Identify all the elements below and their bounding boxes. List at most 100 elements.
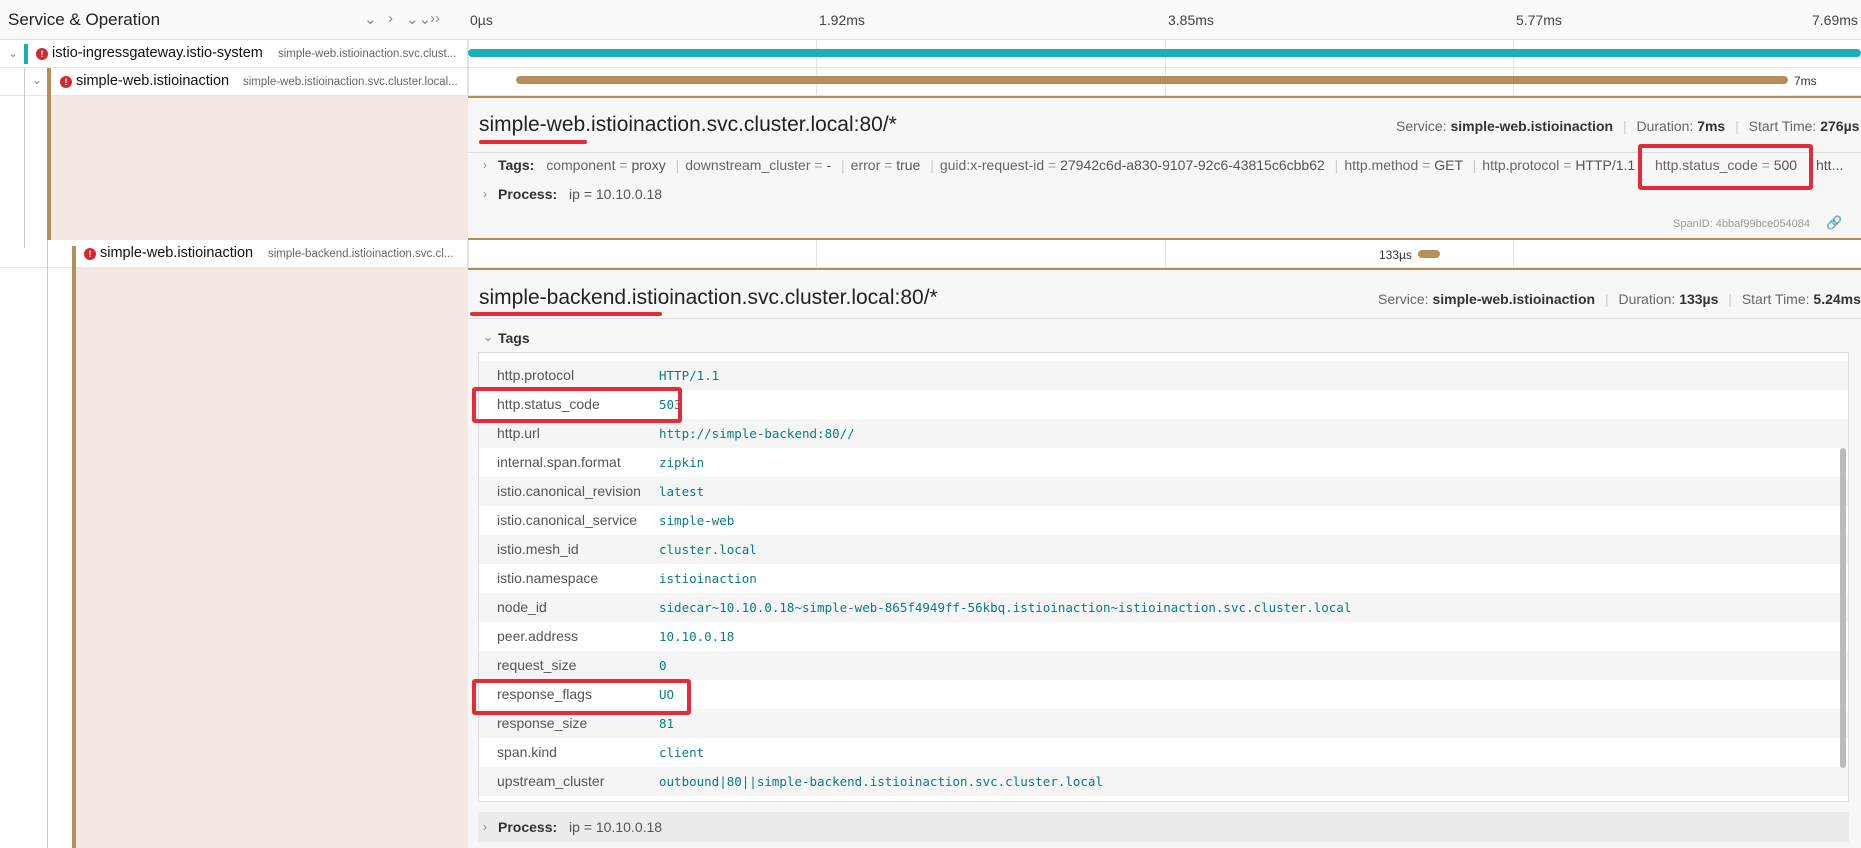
chevron-down-icon[interactable]: ⌄ xyxy=(32,73,42,87)
tag-key: node_id xyxy=(497,599,547,615)
tag-key: error xyxy=(850,157,881,173)
tag-value: http://simple-backend:80// xyxy=(659,426,855,441)
error-icon: ! xyxy=(36,48,48,60)
span-detail-title: simple-backend.istioinaction.svc.cluster… xyxy=(479,286,938,309)
expand-one-icon[interactable]: › xyxy=(388,10,393,27)
tag-key: http.method xyxy=(1344,157,1419,173)
tag-value: sidecar~10.10.0.18~simple-web-865f4949ff… xyxy=(659,600,1352,615)
tag-row: request_size 0 xyxy=(479,651,1848,680)
duration-label: Duration: xyxy=(1618,291,1676,307)
tag-key: peer.address xyxy=(497,628,578,644)
tag-key: istio.namespace xyxy=(497,570,599,586)
tags-table: http.protocol HTTP/1.1 http.status_code 50… xyxy=(478,352,1849,802)
chevron-right-icon[interactable]: › xyxy=(483,820,487,834)
tags-summary[interactable]: Tags: component = proxy | downstream_clus… xyxy=(498,157,1635,173)
tag-row: span.kind client xyxy=(479,738,1848,767)
status-code-tag: http.status_code = 500 xyxy=(1655,157,1798,173)
tag-value: latest xyxy=(659,484,705,499)
chevron-right-icon[interactable]: › xyxy=(483,158,487,172)
tag-value: client xyxy=(659,745,705,760)
chevron-down-icon[interactable]: ⌄ xyxy=(483,330,493,344)
expand-all-icon[interactable]: ›› xyxy=(430,10,440,27)
tree-guide xyxy=(24,68,25,248)
tag-key: internal.span.format xyxy=(497,454,621,470)
tag-row: istio.canonical_revision latest xyxy=(479,477,1848,506)
tag-row: internal.span.format zipkin xyxy=(479,448,1848,477)
service-name[interactable]: simple-web.istioinaction xyxy=(76,73,229,89)
span-bar[interactable] xyxy=(1418,250,1440,258)
tag-row: node_id sidecar~10.10.0.18~simple-web-865… xyxy=(479,593,1848,622)
tag-key: guid:x-request-id xyxy=(939,157,1045,173)
tag-row: http.status_code 503 xyxy=(479,390,1848,419)
span-meta: Service: simple-web.istioinaction | Dura… xyxy=(1378,291,1861,307)
link-icon[interactable]: 🔗 xyxy=(1826,215,1842,231)
process-value: ip = 10.10.0.18 xyxy=(569,186,663,202)
span-meta: Service: simple-web.istioinaction | Dura… xyxy=(1396,118,1860,134)
start-time-value: 5.24ms xyxy=(1813,291,1861,307)
start-time-value: 276µs xyxy=(1820,118,1860,134)
tick-label: 3.85ms xyxy=(1168,12,1214,28)
span-duration-label: 133µs xyxy=(1379,248,1412,262)
tag-row: upstream_cluster outbound|80||simple-back… xyxy=(479,767,1848,796)
scrollbar-thumb[interactable] xyxy=(1840,448,1846,768)
service-value: simple-web.istioinaction xyxy=(1450,118,1614,134)
chevron-down-icon[interactable]: ⌄ xyxy=(8,46,18,60)
service-label: Service: xyxy=(1378,291,1429,307)
tag-value: simple-web xyxy=(659,513,735,528)
tag-key: span.kind xyxy=(497,744,557,760)
service-name[interactable]: simple-web.istioinaction xyxy=(100,245,253,261)
timeline-header xyxy=(0,0,1861,40)
service-color-indicator xyxy=(24,44,28,64)
span-bar[interactable] xyxy=(468,49,1861,57)
tags-overflow: htt... xyxy=(1816,157,1844,173)
tag-value: true xyxy=(896,157,921,173)
duration-label: Duration: xyxy=(1636,118,1694,134)
tags-label: Tags: xyxy=(498,157,535,173)
tag-key: istio.mesh_id xyxy=(497,541,579,557)
process-summary[interactable]: Process: ip = 10.10.0.18 xyxy=(498,819,662,835)
tag-key: upstream_cluster xyxy=(497,773,605,789)
highlight-box xyxy=(472,387,682,423)
tag-key: http.url xyxy=(497,425,540,441)
header-title: Service & Operation xyxy=(8,10,161,29)
tag-key: component xyxy=(546,157,616,173)
tick-label: 0µs xyxy=(470,12,493,28)
chevron-right-icon[interactable]: › xyxy=(483,187,487,201)
service-name[interactable]: istio-ingressgateway.istio-system xyxy=(52,45,263,61)
tag-value: cluster.local xyxy=(659,542,757,557)
collapse-one-icon[interactable]: ⌄ xyxy=(364,10,377,28)
tag-key: http.protocol xyxy=(1482,157,1560,173)
tag-value: HTTP/1.1 xyxy=(1575,157,1636,173)
span-detail-title: simple-web.istioinaction.svc.cluster.loc… xyxy=(479,113,897,136)
tag-value: - xyxy=(826,157,832,173)
start-time-label: Start Time: xyxy=(1748,118,1817,134)
operation-name: simple-web.istioinaction.svc.clust... xyxy=(278,48,457,60)
divider xyxy=(468,318,1861,319)
process-label: Process: xyxy=(498,186,558,202)
start-time-label: Start Time: xyxy=(1741,291,1810,307)
highlight-box xyxy=(472,679,691,715)
tag-key: downstream_cluster xyxy=(685,157,811,173)
span-bar[interactable] xyxy=(516,76,1788,84)
highlight-underline xyxy=(470,312,662,316)
operation-name: simple-web.istioinaction.svc.cluster.loc… xyxy=(243,76,458,88)
tag-row: http.url http://simple-backend:80// xyxy=(479,419,1848,448)
tag-key: response_size xyxy=(497,715,588,731)
tag-row: istio.mesh_id cluster.local xyxy=(479,535,1848,564)
tag-value: outbound|80||simple-backend.istioinactio… xyxy=(659,774,1104,789)
tick-label: 7.69ms xyxy=(1812,12,1858,28)
service-value: simple-web.istioinaction xyxy=(1432,291,1596,307)
process-summary[interactable]: Process: ip = 10.10.0.18 xyxy=(498,186,662,202)
tag-key: http.protocol xyxy=(497,367,575,383)
tag-row: peer.address 10.10.0.18 xyxy=(479,622,1848,651)
process-row[interactable] xyxy=(478,812,1849,842)
duration-value: 133µs xyxy=(1679,291,1719,307)
span-id: SpanID: 4bbaf99bce054084 xyxy=(1673,218,1811,230)
error-icon: ! xyxy=(84,248,96,260)
duration-value: 7ms xyxy=(1697,118,1726,134)
collapse-all-icon[interactable]: ⌄⌄ xyxy=(406,10,431,28)
detail-left-shade xyxy=(76,268,468,848)
service-label: Service: xyxy=(1396,118,1447,134)
tags-label[interactable]: Tags xyxy=(498,330,530,346)
tree-guide xyxy=(47,240,48,848)
